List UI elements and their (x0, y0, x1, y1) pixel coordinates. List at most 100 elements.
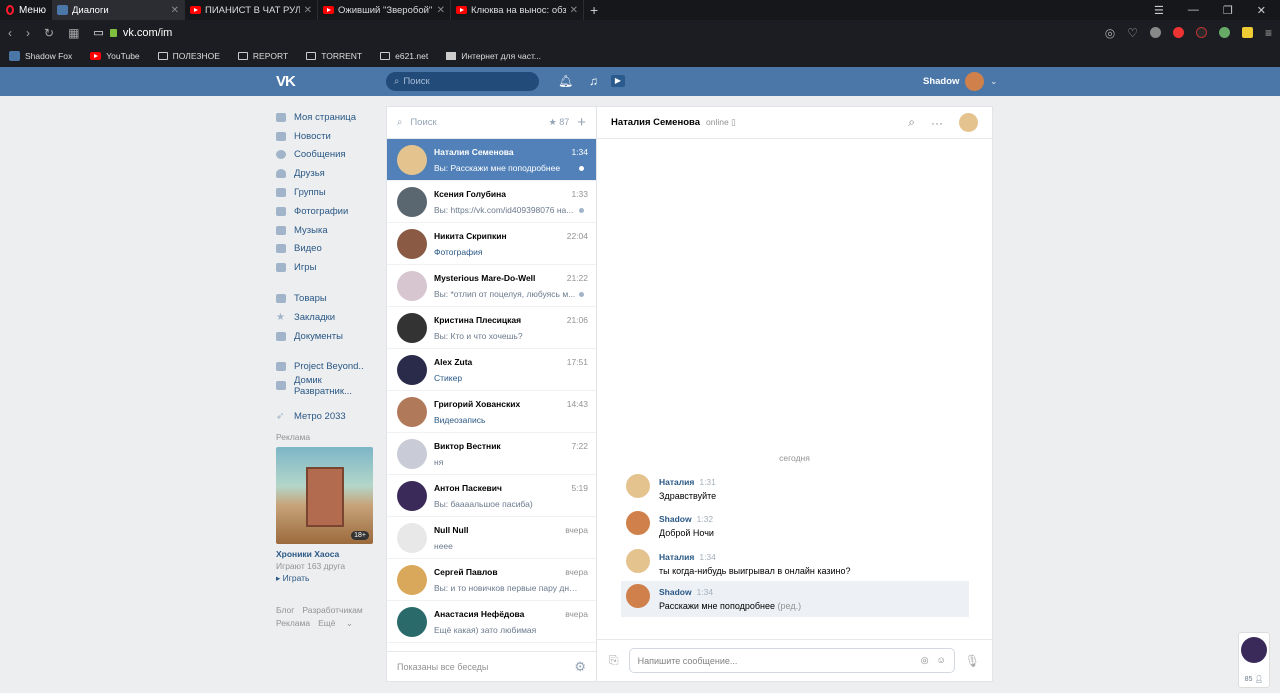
nav-group-domik[interactable]: Домик Развратник... (276, 375, 376, 397)
site-info-icon[interactable]: ▭ (93, 26, 103, 39)
bookmark-folder-polezno[interactable]: ПОЛЕЗНОЕ (157, 51, 220, 61)
message-avatar[interactable] (626, 511, 650, 535)
forward-icon[interactable]: › (26, 26, 30, 40)
attach-icon[interactable]: ⎘ (609, 653, 619, 668)
footer-blog[interactable]: Блог (276, 605, 294, 615)
nav-groups[interactable]: Группы (276, 183, 376, 202)
extension-dark-icon[interactable] (1195, 27, 1207, 38)
opera-menu-button[interactable]: Меню (0, 0, 52, 20)
close-icon[interactable]: ✕ (304, 5, 312, 16)
nav-app-metro[interactable]: ➶ Метро 2033 (276, 407, 376, 426)
nav-messages[interactable]: Сообщения (276, 146, 376, 165)
ad-play-link[interactable]: ▸ Играть (276, 573, 376, 584)
message-row[interactable]: Shadow 1:34 Расскажи мне поподробнее (ред.… (621, 581, 969, 617)
close-icon[interactable]: ✕ (171, 5, 179, 16)
url-field[interactable]: ▭ vk.com/im (93, 26, 172, 40)
message-avatar[interactable] (626, 549, 650, 573)
nav-bookmarks[interactable]: ★ Закладки (276, 308, 376, 327)
tab-youtube-2[interactable]: Оживший "Зверобой" ИС ✕ (318, 0, 451, 20)
dialog-item[interactable]: Mysterious Mare-Do-Well 21:22 Вы: *отлип о… (387, 265, 596, 307)
bookmark-folder-torrent[interactable]: TORRENT (306, 51, 362, 61)
bookmark-shadow-fox[interactable]: Shadow Fox (9, 51, 72, 61)
ad-image[interactable]: 18+ (276, 446, 373, 544)
dialog-item[interactable]: Сергей Павлов вчера Вы: и то новичков перв… (387, 559, 596, 601)
heart-icon[interactable]: ♡ (1127, 26, 1138, 40)
nav-documents[interactable]: Документы (276, 327, 376, 346)
message-author[interactable]: Shadow (659, 587, 692, 597)
emoji-icon[interactable]: ☺ (937, 655, 946, 666)
adblock-icon[interactable] (1149, 27, 1161, 38)
search-icon[interactable]: ⌕ (908, 115, 915, 130)
header-search-input[interactable]: ⌕ Поиск (386, 72, 539, 91)
dialog-item[interactable]: Никита Скрипкин 22:04 Фотография (387, 223, 596, 265)
nav-my-page[interactable]: Моя страница (276, 108, 376, 127)
message-author[interactable]: Наталия (659, 477, 694, 487)
close-icon[interactable]: ✕ (437, 5, 445, 16)
important-filter[interactable]: ★ 87 (549, 117, 570, 128)
dialog-item[interactable]: Ксения Голубина 1:33 Вы: https://vk.com/id… (387, 181, 596, 223)
message-avatar[interactable] (626, 584, 650, 608)
message-input[interactable]: Напишите сообщение... ◎ ☺ (628, 648, 955, 673)
maximize-icon[interactable]: ❐ (1223, 4, 1233, 17)
reload-icon[interactable]: ↻ (44, 26, 54, 40)
message-author[interactable]: Наталия (659, 552, 694, 562)
dialog-item[interactable]: Григорий Хованских 14:43 Видеозапись (387, 391, 596, 433)
dialog-item[interactable]: Виктор Вестник 7:22 ня (387, 433, 596, 475)
chat-peer-name[interactable]: Наталия Семенова (611, 117, 700, 128)
nav-news[interactable]: Новости (276, 127, 376, 146)
speed-dial-icon[interactable]: ▦ (68, 26, 79, 40)
close-window-icon[interactable]: ✕ (1257, 4, 1266, 17)
new-tab-button[interactable]: + (584, 2, 604, 18)
message-row[interactable]: Shadow 1:32 Доброй Ночи (621, 508, 969, 544)
bell-icon[interactable]: 🔔︎ (558, 74, 573, 88)
dialog-item[interactable]: Наталия Семенова 1:34 Вы: Расскажи мне поп… (387, 139, 596, 181)
bookmark-internet[interactable]: Интернет для част... (446, 51, 541, 61)
extension-yellow-icon[interactable] (1241, 27, 1253, 38)
music-icon[interactable]: ♫ (589, 74, 598, 88)
gear-icon[interactable]: ⚙ (574, 659, 586, 675)
bookmark-folder-e621[interactable]: e621.net (380, 51, 428, 61)
nav-friends[interactable]: Друзья (276, 164, 376, 183)
dialog-item[interactable]: Null Null вчера неее (387, 517, 596, 559)
message-avatar[interactable] (626, 474, 650, 498)
new-chat-plus-icon[interactable]: + (577, 114, 586, 131)
tab-youtube-1[interactable]: ПИАНИСТ В ЧАТ РУЛЕТКЕ ✕ (185, 0, 318, 20)
more-icon[interactable]: ··· (931, 116, 943, 130)
dialog-item[interactable]: Анастасия Нефёдова вчера Ещё какая) зато л… (387, 601, 596, 643)
user-menu[interactable]: Shadow ⌄ (923, 72, 997, 91)
nav-games[interactable]: Игры (276, 258, 376, 277)
footer-ads[interactable]: Реклама (276, 618, 310, 628)
message-author[interactable]: Shadow (659, 514, 692, 524)
peer-avatar[interactable] (959, 113, 978, 132)
dialog-item[interactable]: Кристина Плесицкая 21:06 Вы: Кто и что хоч… (387, 307, 596, 349)
minimize-icon[interactable]: — (1188, 4, 1199, 17)
extension-red-icon[interactable] (1172, 27, 1184, 38)
nav-group-project-beyond[interactable]: Project Beyond.. (276, 358, 376, 377)
tab-youtube-3[interactable]: Клюква на вынос: обзор ✕ (451, 0, 584, 20)
nav-music[interactable]: Музыка (276, 221, 376, 240)
mini-chat-widget[interactable]: 85 👤︎ (1238, 632, 1270, 688)
settings-sliders-icon[interactable]: ≡ (1265, 26, 1272, 40)
nav-photos[interactable]: Фотографии (276, 202, 376, 221)
bookmark-folder-report[interactable]: REPORT (237, 51, 288, 61)
footer-developers[interactable]: Разработчикам (302, 605, 362, 615)
vk-logo-icon[interactable]: VK (276, 73, 296, 90)
download-icon[interactable] (1218, 27, 1230, 38)
menu-lines-icon[interactable]: ☰ (1154, 4, 1164, 17)
close-icon[interactable]: ✕ (570, 5, 578, 16)
microphone-icon[interactable]: 🎙︎ (965, 654, 980, 668)
message-row[interactable]: Наталия 1:34 ты когда-нибудь выигрывал в о… (621, 546, 969, 582)
ad-title[interactable]: Хроники Хаоса (276, 549, 376, 559)
camera-icon[interactable]: ◎ (921, 655, 929, 666)
play-icon[interactable]: ▶ (611, 75, 625, 87)
dialog-item[interactable]: Антон Паскевич 5:19 Вы: баааальшое пасиба) (387, 475, 596, 517)
dialog-item[interactable]: Alex Zuta 17:51 Стикер (387, 349, 596, 391)
bookmark-youtube[interactable]: YouTube (90, 51, 140, 61)
dialogs-search-input[interactable]: ⌕ Поиск ★ 87 + (387, 107, 596, 139)
message-row[interactable]: Наталия 1:31 Здравствуйте (621, 471, 969, 507)
nav-market[interactable]: Товары (276, 289, 376, 308)
back-icon[interactable]: ‹ (8, 26, 12, 40)
tab-dialogs[interactable]: Диалоги ✕ (52, 0, 185, 20)
footer-more[interactable]: Ещё ⌄ (318, 618, 353, 628)
nav-video[interactable]: Видео (276, 240, 376, 259)
